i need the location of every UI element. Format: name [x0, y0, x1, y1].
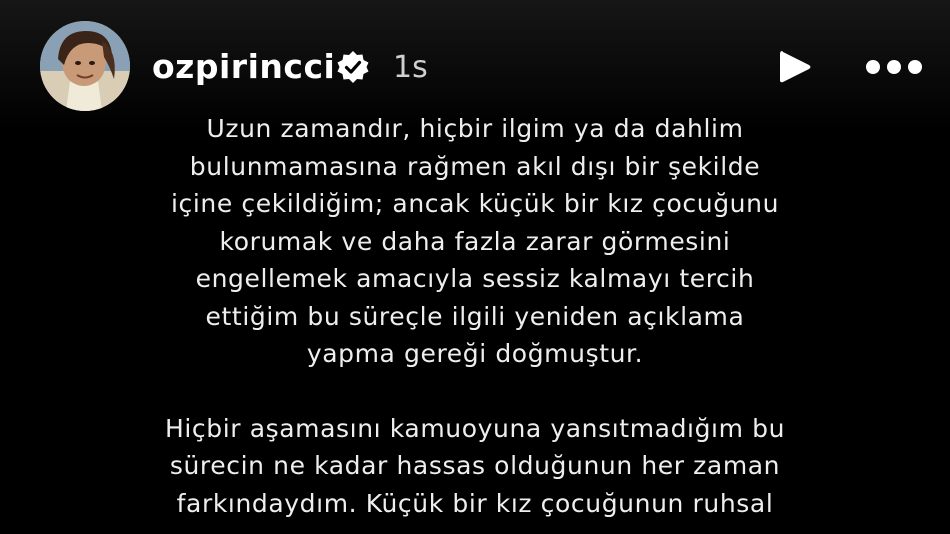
play-icon[interactable] [774, 47, 814, 87]
story-line: farkındaydım. Küçük bir kız çocuğunun ru… [176, 488, 774, 518]
story-line: sürecin ne kadar hassas olduğunun her za… [169, 451, 781, 480]
more-dots-icon[interactable] [864, 52, 924, 82]
story-line: Hiçbir aşamasını kamuoyuna yansıtmadığım… [164, 413, 786, 443]
profile-avatar [40, 21, 130, 111]
story-line: engellemek amacıyla sessiz kalmayı terci… [195, 264, 755, 293]
story-text: Uzun zamandır, hiçbir ilgim ya da dahlim… [40, 110, 910, 522]
story-line: içine çekildiğim; ancak küçük bir kız ço… [170, 189, 780, 218]
username[interactable]: ozpirincci [152, 47, 335, 87]
post-time: 1s [393, 50, 428, 85]
verified-badge-icon [336, 50, 370, 84]
story-line: bulunmamasına rağmen akıl dışı bir şekil… [189, 151, 761, 181]
story-line: ettiğim bu süreçle ilgili yeniden açıkla… [205, 301, 745, 331]
story-line: yapma gereği doğmuştur. [306, 339, 644, 368]
story-line: korumak ve daha fazla zarar görmesini [219, 226, 731, 256]
avatar[interactable] [40, 21, 130, 111]
story-line: Uzun zamandır, hiçbir ilgim ya da dahlim [206, 114, 744, 143]
story-viewer: ozpirincci 1s Uzun zamandır, hiçbir ilgi… [0, 0, 950, 534]
